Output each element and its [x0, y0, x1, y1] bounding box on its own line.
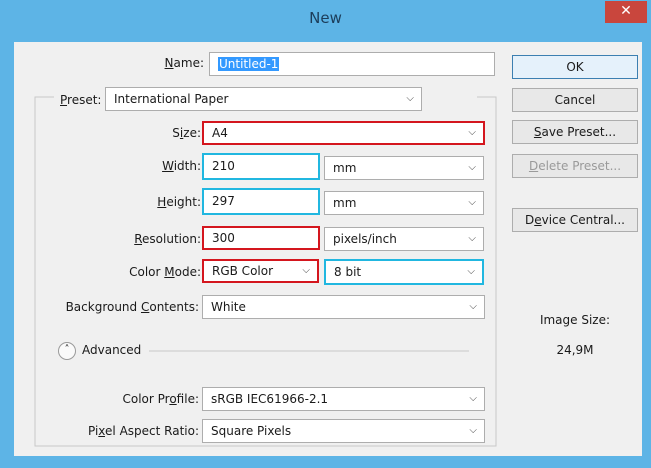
height-label: Height:: [157, 195, 201, 209]
name-label: Name:: [164, 56, 204, 70]
bit-depth-value: 8 bit: [334, 265, 362, 279]
width-unit-value: mm: [333, 161, 357, 175]
height-unit-value: mm: [333, 196, 357, 210]
color-profile-value: sRGB IEC61966-2.1: [211, 392, 329, 406]
chevron-down-icon: ⌵: [302, 265, 310, 276]
color-mode-label: Color Mode:: [129, 265, 201, 279]
width-value: 210: [212, 159, 235, 173]
resolution-label: Resolution:: [134, 232, 201, 246]
close-icon: ✕: [620, 3, 632, 19]
chevron-down-icon: ⌵: [406, 93, 414, 104]
pixel-aspect-select[interactable]: Square Pixels ⌵: [202, 419, 485, 443]
pixel-aspect-label: Pixel Aspect Ratio:: [87, 424, 199, 438]
background-label: Background Contents:: [65, 300, 199, 314]
color-profile-label: Color Profile:: [122, 392, 199, 406]
color-profile-select[interactable]: sRGB IEC61966-2.1 ⌵: [202, 387, 485, 411]
background-select[interactable]: White ⌵: [202, 295, 485, 319]
resolution-value: 300: [212, 231, 235, 245]
preset-label: Preset:: [60, 93, 102, 107]
title-bar[interactable]: New ✕: [0, 0, 651, 36]
background-value: White: [211, 300, 246, 314]
width-input[interactable]: 210: [202, 153, 320, 180]
size-select[interactable]: A4 ⌵: [202, 121, 485, 145]
chevron-down-icon: ⌵: [468, 197, 476, 208]
preset-value: International Paper: [114, 92, 229, 106]
resolution-unit-value: pixels/inch: [333, 232, 397, 246]
height-value: 297: [212, 194, 235, 208]
size-label: Size:: [172, 126, 201, 140]
ok-button[interactable]: OK: [512, 55, 638, 79]
bit-depth-select[interactable]: 8 bit ⌵: [324, 259, 484, 285]
save-preset-button[interactable]: Save Preset...: [512, 120, 638, 144]
dialog-window: New ✕ Name: Untitled-1 Preset: Internati…: [0, 0, 651, 468]
name-value: Untitled-1: [218, 57, 280, 71]
chevron-down-icon: ⌵: [469, 301, 477, 312]
width-unit-select[interactable]: mm ⌵: [324, 156, 484, 180]
preset-select[interactable]: International Paper ⌵: [105, 87, 422, 111]
size-value: A4: [212, 126, 228, 140]
color-mode-select[interactable]: RGB Color ⌵: [202, 259, 319, 283]
resolution-input[interactable]: 300: [202, 226, 320, 250]
dialog-title: New: [309, 9, 342, 27]
image-size-label: Image Size:: [539, 313, 611, 327]
height-unit-select[interactable]: mm ⌵: [324, 191, 484, 215]
chevron-up-circle-icon[interactable]: ˄: [58, 342, 76, 360]
delete-preset-button[interactable]: Delete Preset...: [512, 154, 638, 178]
chevron-down-icon: ⌵: [469, 425, 477, 436]
image-size-value: 24,9M: [556, 343, 594, 357]
width-label: Width:: [162, 159, 201, 173]
pixel-aspect-value: Square Pixels: [211, 424, 292, 438]
name-input[interactable]: Untitled-1: [209, 52, 495, 76]
close-button[interactable]: ✕: [605, 1, 647, 23]
dialog-body: Name: Untitled-1 Preset: International P…: [14, 42, 642, 456]
chevron-down-icon: ⌵: [468, 127, 476, 138]
resolution-unit-select[interactable]: pixels/inch ⌵: [324, 227, 484, 251]
chevron-down-icon: ⌵: [468, 162, 476, 173]
chevron-down-icon: ⌵: [467, 266, 475, 277]
chevron-down-icon: ⌵: [468, 233, 476, 244]
cancel-button[interactable]: Cancel: [512, 88, 638, 112]
advanced-label: Advanced: [82, 343, 142, 357]
device-central-button[interactable]: Device Central...: [512, 208, 638, 232]
height-input[interactable]: 297: [202, 188, 320, 215]
color-mode-value: RGB Color: [212, 264, 274, 278]
chevron-down-icon: ⌵: [469, 393, 477, 404]
